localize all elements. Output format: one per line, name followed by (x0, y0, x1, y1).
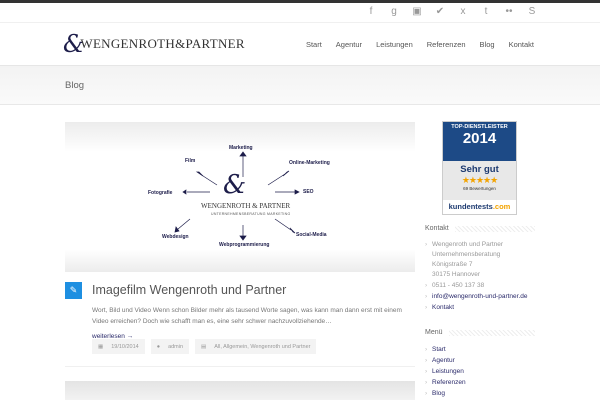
widget-title-kontakt: Kontakt (425, 225, 535, 232)
logo[interactable]: & WENGENROTH&PARTNER (63, 30, 245, 58)
kontakt-link[interactable]: Kontakt (425, 303, 528, 313)
address-line: Wengenroth und Partner (425, 240, 528, 250)
post-divider (65, 366, 415, 367)
menu-item-referenzen[interactable]: Referenzen (425, 377, 466, 388)
tumblr-icon[interactable]: t (480, 6, 492, 17)
post-title[interactable]: Imagefilm Wengenroth und Partner (92, 283, 286, 297)
address-line: Königstraße 7 (432, 261, 473, 268)
page-title: Blog (65, 80, 85, 91)
diagram-label: Webprogrammierung (219, 242, 270, 248)
author-link[interactable]: admin (168, 344, 183, 350)
calendar-icon: ▦ (98, 343, 104, 350)
social-bar: f g ▣ ✔ x t •• S (0, 3, 600, 23)
badge-reviews: 69 Bewertungen (463, 186, 496, 191)
menu-list: Start Agentur Leistungen Referenzen Blog (425, 344, 466, 399)
badge-rating: Sehr gut (460, 164, 499, 175)
featured-image[interactable]: & WENGENROTH & PARTNER UNTERNEHMENSBERAT… (65, 122, 415, 272)
site-header: & WENGENROTH&PARTNER Start Agentur Leist… (0, 23, 600, 66)
nav-referenzen[interactable]: Referenzen (427, 40, 466, 49)
google-plus-icon[interactable]: g (388, 6, 400, 17)
badge-year: 2014 (462, 130, 497, 147)
post-meta: ▦ 19/10/2014 ● admin ▤ All, Allgemein, Weng… (92, 339, 317, 354)
menu-item-blog[interactable]: Blog (425, 388, 466, 399)
diagram-subtitle: UNTERNEHMENSBERATUNG MARKETING (211, 212, 291, 216)
diagram-label: Online-Marketing (289, 160, 330, 166)
folder-icon: ▤ (201, 343, 207, 350)
post-categories[interactable]: ▤ All, Allgemein, Wengenroth und Partner (195, 339, 317, 354)
menu-item-start[interactable]: Start (425, 344, 466, 355)
email-link[interactable]: info@wengenroth-und-partner.de (425, 292, 528, 302)
diagram-label: Film (185, 158, 196, 164)
main-nav: Start Agentur Leistungen Referenzen Blog… (306, 40, 534, 49)
widget-title-text: Kontakt (425, 225, 449, 232)
kontakt-list: Wengenroth und Partner Unternehmensberat… (425, 240, 528, 313)
twitter-icon[interactable]: ✔ (434, 6, 446, 17)
youtube-icon[interactable]: ▣ (411, 6, 423, 17)
diagram-label: SEO (303, 189, 314, 195)
badge-brand: kundentests.com (443, 200, 516, 214)
post-author[interactable]: ● admin (150, 339, 190, 354)
menu-item-leistungen[interactable]: Leistungen (425, 366, 466, 377)
widget-title-menu: Menü (425, 329, 535, 336)
categories-link[interactable]: All, Allgemein, Wengenroth und Partner (214, 344, 310, 350)
nav-start[interactable]: Start (306, 40, 322, 49)
next-post-image[interactable] (65, 381, 415, 400)
diagram-label: Webdesign (162, 234, 189, 240)
diagram-logo-mark-icon: & (223, 170, 247, 200)
diagram-label: Fotografie (148, 190, 173, 196)
post-excerpt: Wort, Bild und Video Wenn schon Bilder m… (92, 307, 402, 325)
flickr-icon[interactable]: •• (503, 6, 515, 17)
page-title-band: Blog (0, 66, 600, 105)
star-rating-icon: ★★★★★ (461, 175, 498, 185)
logo-text: WENGENROTH&PARTNER (80, 36, 245, 51)
address-line: Unternehmensberatung (432, 251, 501, 258)
date-text: 19/10/2014 (111, 343, 139, 350)
badge-brand-name: kundentests (448, 202, 493, 211)
nav-agentur[interactable]: Agentur (336, 40, 362, 49)
menu-item-agentur[interactable]: Agentur (425, 355, 466, 366)
diagram-label: Marketing (229, 145, 253, 151)
diagram-logo-text: WENGENROTH & PARTNER (201, 202, 291, 210)
post-format-pencil-icon: ✎ (65, 282, 82, 299)
widget-title-text: Menü (425, 329, 443, 336)
nav-leistungen[interactable]: Leistungen (376, 40, 413, 49)
skype-icon[interactable]: S (526, 6, 538, 17)
nav-blog[interactable]: Blog (480, 40, 495, 49)
post-date: ▦ 19/10/2014 (92, 339, 145, 354)
diagram-label: Social-Media (296, 232, 327, 238)
phone: 0511 - 450 137 38 (425, 281, 528, 291)
xing-icon[interactable]: x (457, 6, 469, 17)
kundentests-badge[interactable]: TOP-DIENSTLEISTER 2014 Sehr gut ★★★★★ 69… (442, 121, 517, 215)
nav-kontakt[interactable]: Kontakt (509, 40, 534, 49)
facebook-icon[interactable]: f (365, 6, 377, 17)
badge-brand-tld: .com (492, 202, 511, 211)
user-icon: ● (156, 343, 161, 350)
address-line: 30175 Hannover (432, 271, 481, 278)
